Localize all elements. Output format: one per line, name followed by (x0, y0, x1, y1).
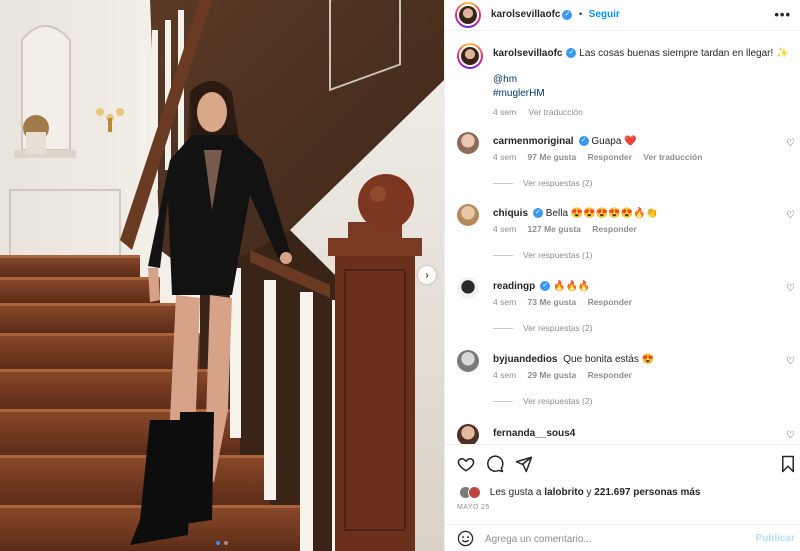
like-heart-icon[interactable] (457, 455, 475, 473)
view-replies-button[interactable]: Ver respuestas (1) (493, 250, 592, 260)
likes-summary: Les gusta a lalobrito y 221.697 personas… (459, 486, 700, 499)
comment-bubble-icon[interactable] (486, 455, 504, 473)
post-actions-bar (445, 444, 800, 484)
verified-icon: ✓ (566, 48, 577, 59)
caption-text: Las cosas buenas siempre tardan en llega… (579, 48, 789, 59)
comment-likes[interactable]: 97 Me gusta (528, 152, 577, 162)
likes-count-link[interactable]: 221.697 personas más (594, 487, 700, 498)
more-options-icon[interactable]: ••• (774, 7, 791, 22)
comment-likes[interactable]: 29 Me gusta (528, 370, 577, 380)
view-replies-button[interactable]: Ver respuestas (2) (493, 396, 592, 406)
likes-prefix: Les gusta a (489, 487, 542, 499)
emoji-smiley-icon[interactable] (457, 530, 474, 547)
separator-dot: • (579, 9, 583, 19)
verified-icon: ✓ (578, 136, 589, 147)
caption-username[interactable]: karolsevillaofc (493, 48, 562, 59)
comment-likes[interactable]: 73 Me gusta (528, 297, 577, 307)
save-bookmark-icon[interactable] (779, 455, 797, 473)
caption-time[interactable]: 4 sem (493, 107, 516, 117)
comment-input[interactable] (485, 531, 745, 547)
author-avatar[interactable] (455, 2, 481, 28)
comment-username[interactable]: carmenmoriginal (493, 136, 574, 147)
comment-reply-button[interactable]: Responder (588, 297, 632, 307)
verified-icon: ✓ (540, 281, 551, 292)
post-side-panel: karolsevillaofc ✓ • Seguir ••• karolsevil… (444, 0, 800, 551)
view-replies-button[interactable]: Ver respuestas (2) (493, 178, 592, 188)
comment-reply-button[interactable]: Responder (588, 152, 632, 162)
comment-like-heart-icon[interactable]: ♡ (786, 283, 795, 294)
caption-avatar[interactable] (457, 43, 483, 69)
photo-illustration (0, 0, 444, 551)
publish-button[interactable]: Publicar (756, 533, 795, 544)
comment-username[interactable]: chiquis (493, 208, 528, 219)
comment-translate-link[interactable]: Ver traducción (643, 152, 702, 162)
follow-button[interactable]: Seguir (589, 9, 620, 20)
verified-icon: ✓ (533, 208, 544, 219)
comment-avatar[interactable] (457, 204, 479, 226)
author-username[interactable]: karolsevillaofc (491, 9, 560, 20)
caption-translate-link[interactable]: Ver traducción (529, 107, 583, 117)
comment-text: Guapa ❤️ (591, 136, 637, 147)
comment-like-heart-icon[interactable]: ♡ (786, 430, 795, 441)
comment-time[interactable]: 4 sem (493, 224, 516, 234)
next-slide-button[interactable]: › (418, 266, 436, 284)
comment-avatar[interactable] (457, 132, 479, 154)
likes-user-link[interactable]: lalobrito (544, 487, 583, 498)
likes-conjunction: y (586, 487, 592, 499)
comment-text: Que bonita estás 😍 (563, 354, 655, 365)
liker-avatar[interactable] (468, 486, 481, 499)
caption-mention[interactable]: @hm (493, 73, 793, 87)
comment-like-heart-icon[interactable]: ♡ (786, 356, 795, 367)
comment-reply-button[interactable]: Responder (592, 224, 636, 234)
comment-avatar[interactable] (457, 350, 479, 372)
carousel-dot (224, 541, 228, 545)
comment-time[interactable]: 4 sem (493, 297, 516, 307)
comment-like-heart-icon[interactable]: ♡ (786, 210, 795, 221)
comment-username[interactable]: readingp (493, 281, 535, 292)
comments-scroll-area[interactable]: karolsevillaofc ✓ Las cosas buenas siempr… (445, 31, 800, 444)
post-date[interactable]: MAYO 25 (457, 504, 490, 511)
view-replies-button[interactable]: Ver respuestas (2) (493, 323, 592, 333)
share-paper-plane-icon[interactable] (515, 455, 533, 473)
comment-username[interactable]: fernanda__sous4 (493, 428, 575, 439)
comment-like-heart-icon[interactable]: ♡ (786, 138, 795, 149)
add-comment-bar: Publicar (445, 524, 800, 551)
comment-username[interactable]: byjuandedios (493, 354, 557, 365)
comment-time[interactable]: 4 sem (493, 370, 516, 380)
post-header: karolsevillaofc ✓ • Seguir ••• (445, 0, 800, 31)
post-photo[interactable]: › (0, 0, 444, 551)
comment-time[interactable]: 4 sem (493, 152, 516, 162)
caption-hashtag[interactable]: #muglerHM (493, 87, 793, 101)
comment-avatar[interactable] (457, 277, 479, 299)
verified-icon: ✓ (562, 9, 573, 20)
comment-likes[interactable]: 127 Me gusta (528, 224, 581, 234)
carousel-dots (0, 541, 444, 545)
comment-text: Bella 😍😍😍😍😍🔥👏 (545, 208, 658, 219)
comment-avatar[interactable] (457, 424, 479, 444)
comment-text: 🔥🔥🔥 (553, 281, 591, 292)
carousel-dot-active (216, 541, 220, 545)
comment-reply-button[interactable]: Responder (588, 370, 632, 380)
